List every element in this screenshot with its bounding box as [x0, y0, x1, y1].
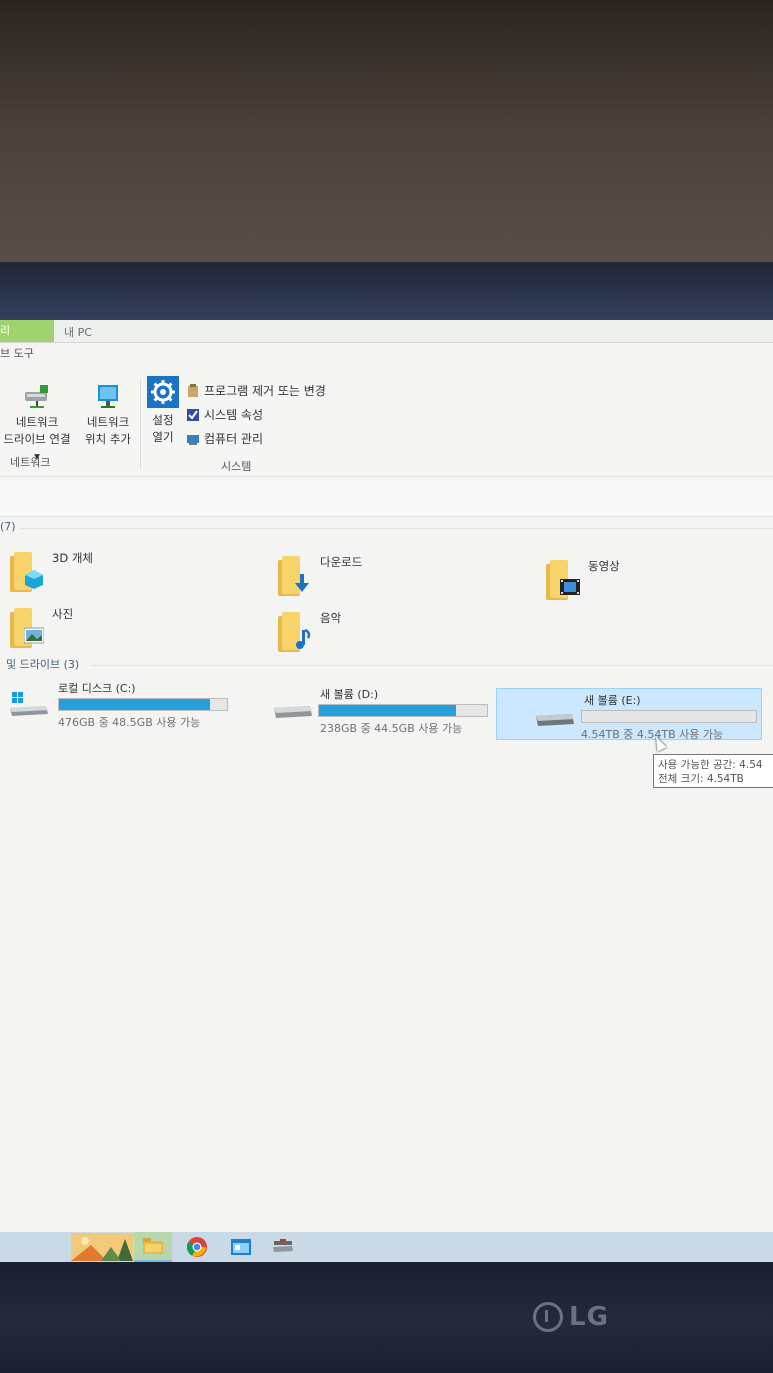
- 3d-objects-icon: [10, 550, 46, 592]
- landscape-icon: [71, 1233, 133, 1261]
- settings-label-1: 설정: [152, 413, 174, 427]
- music-icon: [278, 610, 314, 652]
- uninstall-program-button[interactable]: 프로그램 제거 또는 변경: [186, 382, 326, 399]
- videos-icon: [546, 558, 582, 600]
- add-network-location-button[interactable]: 네트워크 위치 추가: [80, 382, 136, 448]
- gear-icon: [147, 376, 179, 408]
- folder-3d-objects[interactable]: 3D 개체: [10, 550, 93, 592]
- folder-videos[interactable]: 동영상: [546, 558, 620, 600]
- lg-logo: LG: [533, 1302, 609, 1332]
- section-divider: [20, 528, 773, 529]
- drive-e[interactable]: 새 볼륨 (E:) 4.54TB 중 4.54TB 사용 가능: [530, 690, 762, 741]
- window-app-icon: [231, 1239, 251, 1255]
- hard-drive-icon: [536, 714, 574, 726]
- drive-app-icon: [273, 1239, 293, 1252]
- tab-manage[interactable]: 리: [0, 320, 54, 342]
- folder-music[interactable]: 음악: [278, 610, 341, 652]
- taskbar-wallpaper-thumbnail: [70, 1232, 134, 1262]
- ribbon-separator: [140, 378, 141, 470]
- settings-label-2: 열기: [152, 430, 174, 444]
- computer-management-button[interactable]: 컴퓨터 관리: [186, 430, 263, 447]
- background-wall: [0, 0, 773, 270]
- computer-management-label: 컴퓨터 관리: [204, 432, 264, 446]
- folder-icon: [143, 1238, 163, 1254]
- add-location-label-1: 네트워크: [86, 415, 130, 429]
- system-properties-label: 시스템 속성: [204, 408, 264, 422]
- lg-circle-icon: [533, 1302, 563, 1332]
- folder-pictures[interactable]: 사진: [10, 606, 73, 648]
- drive-tooltip: 사용 가능한 공간: 4.54 전체 크기: 4.54TB: [653, 754, 773, 788]
- taskbar: [0, 1232, 773, 1262]
- drive-c[interactable]: 로컬 디스크 (C:) 476GB 중 48.5GB 사용 가능: [0, 678, 240, 729]
- map-network-drive-button[interactable]: 네트워크 드라이브 연결 ▾: [0, 382, 74, 465]
- ribbon: 네트워크 드라이브 연결 ▾ 네트워크 위치 추가 네트워크 설정 열기 프로그…: [0, 372, 773, 477]
- system-properties-button[interactable]: 시스템 속성: [186, 406, 263, 423]
- section-divider: [90, 665, 773, 666]
- folder-label: 3D 개체: [52, 551, 93, 565]
- taskbar-app[interactable]: [222, 1232, 260, 1262]
- ribbon-tabs: 리 내 PC: [0, 320, 773, 343]
- add-location-label-2: 위치 추가: [85, 432, 131, 446]
- pictures-icon: [10, 606, 46, 648]
- drive-usage-fill: [319, 705, 456, 716]
- system-properties-icon: [187, 408, 199, 421]
- drive-free-space: 476GB 중 48.5GB 사용 가능: [58, 716, 201, 729]
- folder-label: 사진: [52, 607, 74, 621]
- tooltip-free-space: 사용 가능한 공간: 4.54: [658, 759, 763, 771]
- monitor-bezel-bottom: [0, 1262, 773, 1373]
- taskbar-chrome[interactable]: [178, 1232, 216, 1262]
- drive-d[interactable]: 새 볼륨 (D:) 238GB 중 44.5GB 사용 가능: [270, 684, 500, 735]
- chrome-icon: [186, 1237, 207, 1257]
- drive-usage-fill: [59, 699, 210, 710]
- tab-this-pc[interactable]: 내 PC: [64, 324, 92, 340]
- lg-brand-text: LG: [569, 1302, 609, 1332]
- taskbar-drive-app[interactable]: [264, 1232, 302, 1262]
- folder-label: 동영상: [588, 559, 620, 573]
- drive-name: 새 볼륨 (E:): [584, 694, 641, 707]
- address-bar[interactable]: [0, 480, 773, 517]
- windows-drive-icon: [10, 692, 48, 716]
- drive-name: 새 볼륨 (D:): [320, 688, 379, 701]
- uninstall-icon: [188, 383, 198, 397]
- monitor-bezel-top: [0, 262, 773, 324]
- file-explorer-window: 리 내 PC 브 도구 네트워크 드라이브 연결 ▾ 네트워크 위치 추가 네트…: [0, 320, 773, 1262]
- network-drive-icon: [25, 385, 48, 408]
- drive-name: 로컬 디스크 (C:): [58, 682, 136, 695]
- computer-management-icon: [187, 434, 199, 445]
- drive-usage-bar: [58, 698, 228, 711]
- drives-section-header[interactable]: 및 드라이브 (3): [6, 656, 79, 672]
- tab-drive-tools[interactable]: 브 도구: [0, 345, 34, 361]
- map-drive-label-1: 네트워크: [15, 415, 59, 429]
- folders-section-header[interactable]: (7): [0, 520, 16, 533]
- taskbar-file-explorer[interactable]: [134, 1232, 172, 1262]
- folder-downloads[interactable]: 다운로드: [278, 554, 362, 596]
- tooltip-total-size: 전체 크기: 4.54TB: [658, 773, 744, 785]
- drive-free-space: 238GB 중 44.5GB 사용 가능: [320, 722, 463, 735]
- system-group-label: 시스템: [221, 460, 252, 473]
- uninstall-label: 프로그램 제거 또는 변경: [204, 384, 326, 398]
- network-group-label: 네트워크: [10, 456, 51, 469]
- folder-label: 음악: [320, 611, 342, 625]
- drive-usage-bar: [581, 710, 757, 723]
- drive-usage-bar: [318, 704, 488, 717]
- folder-label: 다운로드: [320, 555, 363, 569]
- hard-drive-icon: [274, 706, 312, 718]
- network-location-icon: [98, 385, 118, 408]
- open-settings-button[interactable]: 설정 열기: [146, 376, 180, 446]
- downloads-icon: [278, 554, 314, 596]
